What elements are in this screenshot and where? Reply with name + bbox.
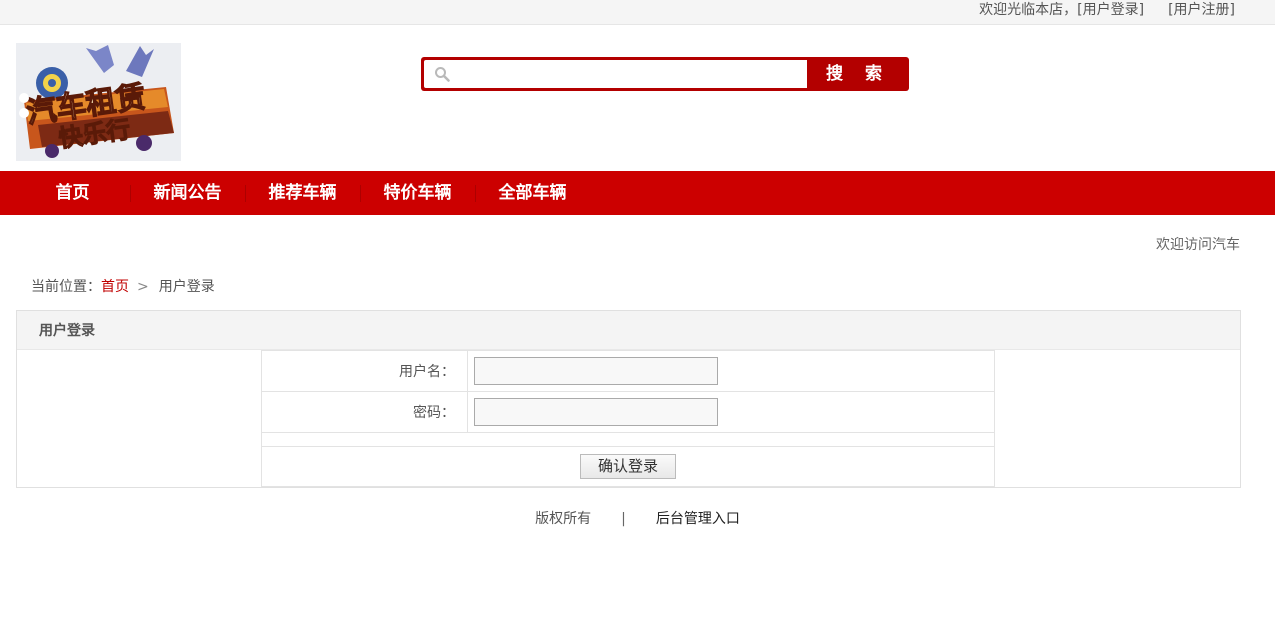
spacer-row [261,432,995,447]
nav-item-news[interactable]: 新闻公告 [130,171,245,215]
search-button[interactable]: 搜 索 [807,57,909,91]
username-label: 用户名： [261,350,468,392]
login-panel: 用户登录 用户名： 密码： 确认登录 [16,310,1241,488]
password-label: 密码： [261,391,468,433]
footer: 版权所有 | 后台管理入口 [0,508,1275,528]
username-input[interactable] [474,357,718,385]
logo-graphic: 汽车租赁 快乐行 [16,43,181,161]
site-logo[interactable]: 汽车租赁 快乐行 [16,43,181,161]
welcome-text: 欢迎光临本店， [979,2,1078,18]
top-links: 欢迎光临本店，[用户登录] [用户注册] [975,0,1235,20]
nav-item-recommended[interactable]: 推荐车辆 [245,171,360,215]
copyright-text: 版权所有 [535,511,592,527]
login-form: 用户名： 密码： 确认登录 [261,350,995,487]
breadcrumb-current: 用户登录 [158,279,215,295]
submit-row: 确认登录 [261,446,995,487]
username-row: 用户名： [261,350,995,392]
search-input-wrap [424,60,807,88]
confirm-login-button[interactable]: 确认登录 [580,454,676,479]
nav-item-home[interactable]: 首页 [15,171,130,215]
chevron-right-icon: > [137,279,149,295]
nav-item-special[interactable]: 特价车辆 [360,171,475,215]
search-icon [435,67,450,82]
footer-divider: | [621,511,626,527]
password-input[interactable] [474,398,718,426]
admin-entry-link[interactable]: 后台管理入口 [656,511,740,527]
main-nav: 首页 新闻公告 推荐车辆 特价车辆 全部车辆 [0,171,1275,215]
breadcrumb-home-link[interactable]: 首页 [101,279,129,295]
login-panel-title: 用户登录 [39,323,95,339]
login-link[interactable]: [用户登录] [1077,2,1144,18]
search-input[interactable] [454,60,804,88]
breadcrumb: 当前位置：首页 > 用户登录 [31,276,215,296]
top-bar: 欢迎光临本店，[用户登录] [用户注册] [0,0,1275,25]
scrolling-notice: 欢迎访问汽车 [1156,237,1240,253]
username-cell [467,350,995,392]
password-row: 密码： [261,391,995,433]
login-panel-header: 用户登录 [17,311,1240,350]
password-cell [467,391,995,433]
register-link[interactable]: [用户注册] [1168,2,1235,18]
search-bar: 搜 索 [421,57,909,91]
breadcrumb-prefix: 当前位置： [31,279,101,295]
nav-item-all[interactable]: 全部车辆 [475,171,590,215]
